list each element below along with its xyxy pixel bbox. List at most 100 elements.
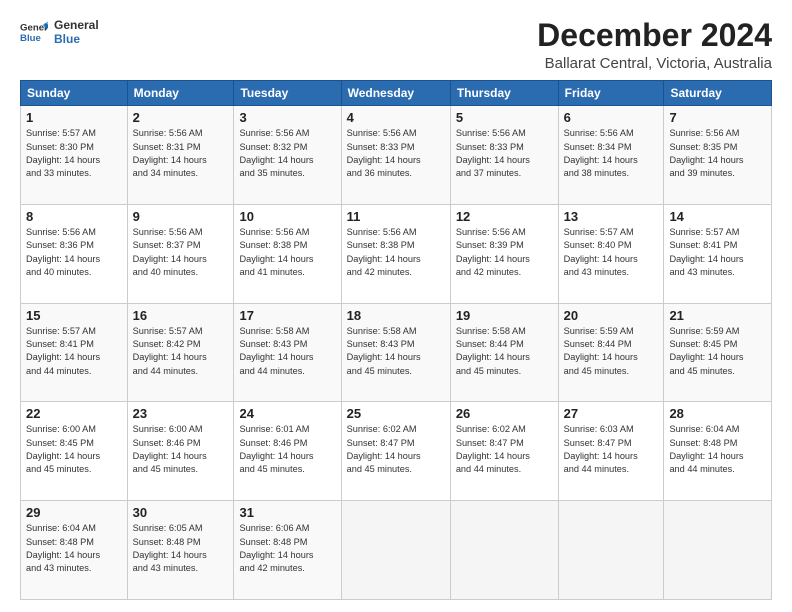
table-row: 9 Sunrise: 5:56 AMSunset: 8:37 PMDayligh…: [127, 204, 234, 303]
table-row: 10 Sunrise: 5:56 AMSunset: 8:38 PMDaylig…: [234, 204, 341, 303]
table-row: 15 Sunrise: 5:57 AMSunset: 8:41 PMDaylig…: [21, 303, 128, 402]
table-row: 29 Sunrise: 6:04 AMSunset: 8:48 PMDaylig…: [21, 501, 128, 600]
th-friday: Friday: [558, 81, 664, 106]
main-title: December 2024: [537, 18, 772, 53]
table-row: 6 Sunrise: 5:56 AMSunset: 8:34 PMDayligh…: [558, 106, 664, 205]
logo-icon: General Blue: [20, 18, 48, 46]
page: General Blue General Blue December 2024 …: [0, 0, 792, 612]
table-row: 18 Sunrise: 5:58 AMSunset: 8:43 PMDaylig…: [341, 303, 450, 402]
table-row: 5 Sunrise: 5:56 AMSunset: 8:33 PMDayligh…: [450, 106, 558, 205]
table-row: 17 Sunrise: 5:58 AMSunset: 8:43 PMDaylig…: [234, 303, 341, 402]
table-row: 16 Sunrise: 5:57 AMSunset: 8:42 PMDaylig…: [127, 303, 234, 402]
table-row: 12 Sunrise: 5:56 AMSunset: 8:39 PMDaylig…: [450, 204, 558, 303]
calendar-week-5: 29 Sunrise: 6:04 AMSunset: 8:48 PMDaylig…: [21, 501, 772, 600]
day-detail: Sunrise: 5:56 AMSunset: 8:38 PMDaylight:…: [347, 227, 421, 277]
day-number: 22: [26, 406, 122, 421]
day-number: 16: [133, 308, 229, 323]
day-number: 29: [26, 505, 122, 520]
day-detail: Sunrise: 6:04 AMSunset: 8:48 PMDaylight:…: [669, 424, 743, 474]
logo-blue: Blue: [54, 32, 99, 46]
day-number: 14: [669, 209, 766, 224]
table-row: 14 Sunrise: 5:57 AMSunset: 8:41 PMDaylig…: [664, 204, 772, 303]
day-detail: Sunrise: 5:56 AMSunset: 8:38 PMDaylight:…: [239, 227, 313, 277]
day-detail: Sunrise: 5:57 AMSunset: 8:41 PMDaylight:…: [26, 326, 100, 376]
table-row: 23 Sunrise: 6:00 AMSunset: 8:46 PMDaylig…: [127, 402, 234, 501]
day-number: 4: [347, 110, 445, 125]
day-number: 12: [456, 209, 553, 224]
day-detail: Sunrise: 5:56 AMSunset: 8:32 PMDaylight:…: [239, 128, 313, 178]
day-detail: Sunrise: 5:57 AMSunset: 8:42 PMDaylight:…: [133, 326, 207, 376]
logo-general: General: [54, 18, 99, 32]
day-detail: Sunrise: 5:56 AMSunset: 8:34 PMDaylight:…: [564, 128, 638, 178]
calendar-header: Sunday Monday Tuesday Wednesday Thursday…: [21, 81, 772, 106]
day-detail: Sunrise: 5:57 AMSunset: 8:40 PMDaylight:…: [564, 227, 638, 277]
day-number: 28: [669, 406, 766, 421]
calendar-week-2: 8 Sunrise: 5:56 AMSunset: 8:36 PMDayligh…: [21, 204, 772, 303]
day-number: 26: [456, 406, 553, 421]
day-number: 2: [133, 110, 229, 125]
th-wednesday: Wednesday: [341, 81, 450, 106]
day-detail: Sunrise: 5:59 AMSunset: 8:44 PMDaylight:…: [564, 326, 638, 376]
day-detail: Sunrise: 5:58 AMSunset: 8:43 PMDaylight:…: [239, 326, 313, 376]
day-detail: Sunrise: 5:58 AMSunset: 8:43 PMDaylight:…: [347, 326, 421, 376]
day-number: 9: [133, 209, 229, 224]
day-number: 15: [26, 308, 122, 323]
day-detail: Sunrise: 5:56 AMSunset: 8:33 PMDaylight:…: [347, 128, 421, 178]
day-number: 11: [347, 209, 445, 224]
table-row: 8 Sunrise: 5:56 AMSunset: 8:36 PMDayligh…: [21, 204, 128, 303]
table-row: 28 Sunrise: 6:04 AMSunset: 8:48 PMDaylig…: [664, 402, 772, 501]
day-number: 1: [26, 110, 122, 125]
table-row: [558, 501, 664, 600]
calendar-body: 1 Sunrise: 5:57 AMSunset: 8:30 PMDayligh…: [21, 106, 772, 600]
day-detail: Sunrise: 6:00 AMSunset: 8:46 PMDaylight:…: [133, 424, 207, 474]
th-sunday: Sunday: [21, 81, 128, 106]
day-detail: Sunrise: 6:03 AMSunset: 8:47 PMDaylight:…: [564, 424, 638, 474]
table-row: 2 Sunrise: 5:56 AMSunset: 8:31 PMDayligh…: [127, 106, 234, 205]
day-detail: Sunrise: 5:56 AMSunset: 8:39 PMDaylight:…: [456, 227, 530, 277]
day-detail: Sunrise: 5:58 AMSunset: 8:44 PMDaylight:…: [456, 326, 530, 376]
day-detail: Sunrise: 5:57 AMSunset: 8:30 PMDaylight:…: [26, 128, 100, 178]
table-row: 22 Sunrise: 6:00 AMSunset: 8:45 PMDaylig…: [21, 402, 128, 501]
day-number: 27: [564, 406, 659, 421]
table-row: 25 Sunrise: 6:02 AMSunset: 8:47 PMDaylig…: [341, 402, 450, 501]
table-row: [450, 501, 558, 600]
table-row: 13 Sunrise: 5:57 AMSunset: 8:40 PMDaylig…: [558, 204, 664, 303]
day-detail: Sunrise: 5:57 AMSunset: 8:41 PMDaylight:…: [669, 227, 743, 277]
day-number: 31: [239, 505, 335, 520]
svg-text:Blue: Blue: [20, 33, 41, 44]
day-detail: Sunrise: 5:56 AMSunset: 8:37 PMDaylight:…: [133, 227, 207, 277]
day-detail: Sunrise: 6:01 AMSunset: 8:46 PMDaylight:…: [239, 424, 313, 474]
table-row: 19 Sunrise: 5:58 AMSunset: 8:44 PMDaylig…: [450, 303, 558, 402]
day-detail: Sunrise: 5:56 AMSunset: 8:31 PMDaylight:…: [133, 128, 207, 178]
table-row: 20 Sunrise: 5:59 AMSunset: 8:44 PMDaylig…: [558, 303, 664, 402]
table-row: [664, 501, 772, 600]
day-detail: Sunrise: 6:04 AMSunset: 8:48 PMDaylight:…: [26, 523, 100, 573]
day-detail: Sunrise: 6:06 AMSunset: 8:48 PMDaylight:…: [239, 523, 313, 573]
day-number: 13: [564, 209, 659, 224]
header-row: Sunday Monday Tuesday Wednesday Thursday…: [21, 81, 772, 106]
calendar-table: Sunday Monday Tuesday Wednesday Thursday…: [20, 80, 772, 600]
day-number: 30: [133, 505, 229, 520]
th-tuesday: Tuesday: [234, 81, 341, 106]
th-thursday: Thursday: [450, 81, 558, 106]
day-number: 5: [456, 110, 553, 125]
day-detail: Sunrise: 6:02 AMSunset: 8:47 PMDaylight:…: [456, 424, 530, 474]
th-monday: Monday: [127, 81, 234, 106]
day-number: 20: [564, 308, 659, 323]
day-number: 25: [347, 406, 445, 421]
table-row: 31 Sunrise: 6:06 AMSunset: 8:48 PMDaylig…: [234, 501, 341, 600]
table-row: 3 Sunrise: 5:56 AMSunset: 8:32 PMDayligh…: [234, 106, 341, 205]
day-number: 21: [669, 308, 766, 323]
table-row: 21 Sunrise: 5:59 AMSunset: 8:45 PMDaylig…: [664, 303, 772, 402]
day-detail: Sunrise: 6:02 AMSunset: 8:47 PMDaylight:…: [347, 424, 421, 474]
day-number: 7: [669, 110, 766, 125]
logo: General Blue General Blue: [20, 18, 99, 46]
day-number: 23: [133, 406, 229, 421]
table-row: 24 Sunrise: 6:01 AMSunset: 8:46 PMDaylig…: [234, 402, 341, 501]
day-number: 10: [239, 209, 335, 224]
day-number: 24: [239, 406, 335, 421]
table-row: 4 Sunrise: 5:56 AMSunset: 8:33 PMDayligh…: [341, 106, 450, 205]
day-number: 18: [347, 308, 445, 323]
calendar-week-3: 15 Sunrise: 5:57 AMSunset: 8:41 PMDaylig…: [21, 303, 772, 402]
table-row: [341, 501, 450, 600]
